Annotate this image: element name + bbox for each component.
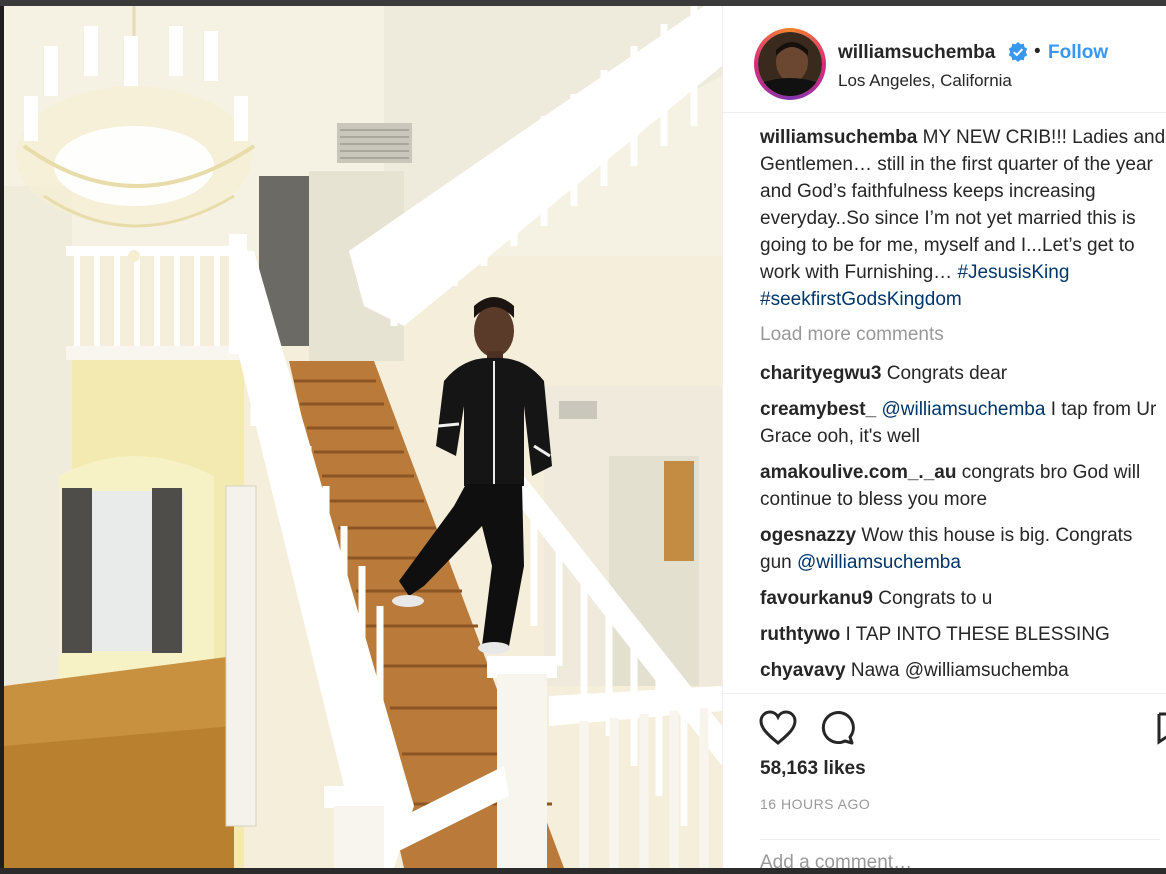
comments-list[interactable]: williamsuchemba MY NEW CRIB!!! Ladies an… (760, 124, 1166, 694)
story-ring[interactable] (754, 28, 826, 100)
comment-item: creamybest_ @williamsuchemba I tap from … (760, 396, 1166, 450)
comment-bubble-icon[interactable] (819, 710, 855, 746)
mention-link[interactable]: @williamsuchemba (881, 399, 1045, 420)
comment-username[interactable]: ruthtywo (760, 624, 840, 645)
comment-text: Congrats dear (886, 363, 1008, 384)
heart-icon[interactable] (759, 710, 797, 746)
comment-item: ruthtywo I TAP INTO THESE BLESSING (760, 621, 1166, 648)
caption-text: MY NEW CRIB!!! Ladies and Gentlemen… sti… (760, 127, 1166, 283)
post-actions: 58,163 likes 16 HOURS AGO (723, 693, 1166, 874)
avatar[interactable] (758, 32, 822, 96)
post-photo[interactable] (4, 6, 722, 868)
header-separator: • (1034, 41, 1041, 62)
post-header: williamsuchemba • Follow Los Angeles, Ca… (723, 6, 1166, 113)
post-caption: williamsuchemba MY NEW CRIB!!! Ladies an… (760, 124, 1166, 313)
mention-link[interactable]: @williamsuchemba (797, 552, 961, 573)
comment-username[interactable]: chyavavy (760, 660, 846, 681)
location-link[interactable]: Los Angeles, California (838, 71, 1012, 91)
post-side-panel: williamsuchemba • Follow Los Angeles, Ca… (722, 6, 1166, 874)
load-more-comments-button[interactable]: Load more comments (760, 321, 1166, 348)
add-comment-input[interactable] (760, 852, 1150, 874)
post-photo-image (4, 6, 722, 868)
follow-button[interactable]: Follow (1048, 42, 1108, 64)
comment-item: amakoulive.com_._au congrats bro God wil… (760, 459, 1166, 513)
comment-text: I TAP INTO THESE BLESSING (845, 624, 1110, 645)
comment-username[interactable]: favourkanu9 (760, 588, 873, 609)
header-username[interactable]: williamsuchemba (838, 42, 995, 64)
comment-username[interactable]: ogesnazzy (760, 525, 856, 546)
verified-badge-icon (1008, 42, 1028, 62)
comment-item: chyavavy Nawa @williamsuchemba (760, 657, 1166, 684)
comment-item: charityegwu3 Congrats dear (760, 360, 1166, 387)
comment-username[interactable]: amakoulive.com_._au (760, 462, 956, 483)
caption-username[interactable]: williamsuchemba (760, 127, 917, 148)
hashtag-link[interactable]: #seekfirstGodsKingdom (760, 289, 962, 310)
comment-username[interactable]: creamybest_ (760, 399, 876, 420)
comment-item: ogesnazzy Wow this house is big. Congrat… (760, 522, 1166, 576)
likes-count[interactable]: 58,163 likes (760, 758, 866, 780)
add-comment-section (760, 839, 1160, 874)
post-timestamp: 16 HOURS AGO (760, 796, 871, 812)
hashtag-link[interactable]: #JesusisKing (957, 262, 1069, 283)
comment-text: Congrats to u (878, 588, 993, 609)
comment-item: favourkanu9 Congrats to u (760, 585, 1166, 612)
bookmark-icon[interactable] (1157, 710, 1166, 746)
comment-text: Nawa @williamsuchemba (850, 660, 1069, 681)
comment-username[interactable]: charityegwu3 (760, 363, 881, 384)
